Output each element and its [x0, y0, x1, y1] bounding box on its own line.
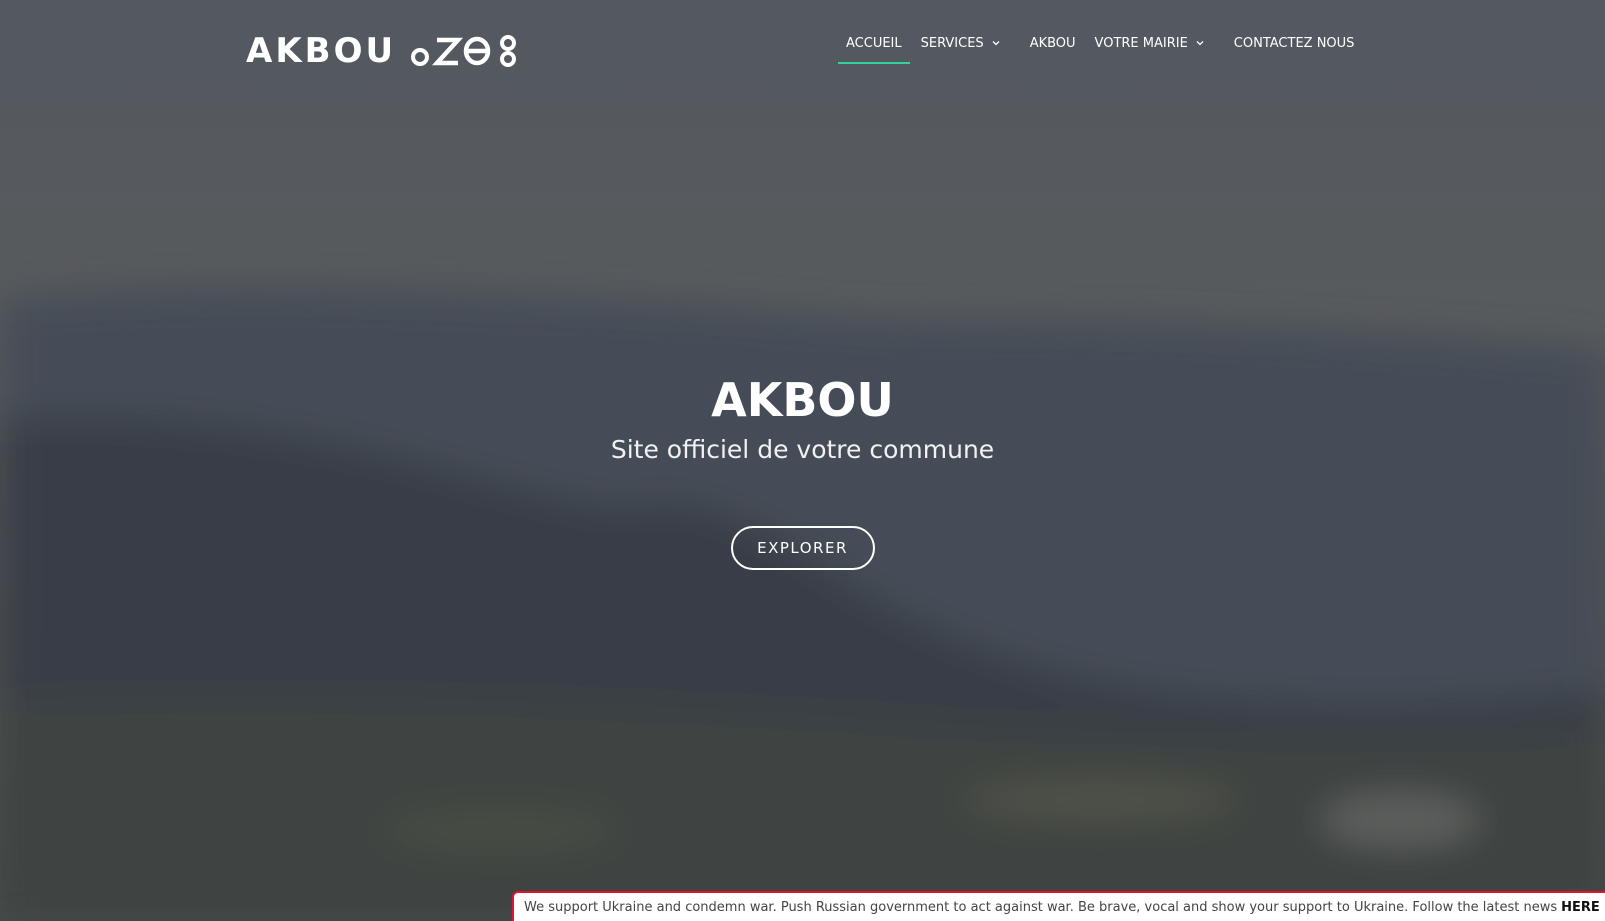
nav-item-votre-mairie[interactable]: VOTRE MAIRIE [1087, 24, 1213, 62]
nav-item-label: AKBOU [1029, 35, 1076, 51]
hero-subtitle: Site officiel de votre commune [610, 435, 995, 464]
logo-text: AKBOU [246, 31, 397, 71]
hero-section: AKBOU ACCUEIL SERVICES AKBOU VOTRE MAIRI… [0, 0, 1605, 921]
hero-title: AKBOU [711, 373, 894, 427]
tifinagh-glyphs-icon [411, 35, 517, 67]
nav-item-label: VOTRE MAIRIE [1094, 35, 1188, 51]
nav-item-services[interactable]: SERVICES [913, 24, 1009, 62]
site-logo[interactable]: AKBOU [246, 26, 522, 76]
main-navigation: ACCUEIL SERVICES AKBOU VOTRE MAIRIE CONT… [838, 24, 1363, 64]
nav-item-accueil[interactable]: ACCUEIL [838, 24, 910, 64]
chevron-down-icon [1196, 41, 1204, 46]
banner-text: We support Ukraine and condemn war. Push… [524, 899, 1558, 915]
banner-here-link[interactable]: HERE [1561, 900, 1600, 915]
nav-item-akbou[interactable]: AKBOU [1022, 24, 1084, 62]
nav-item-label: CONTACTEZ NOUS [1233, 35, 1355, 51]
nav-item-label: ACCUEIL [846, 35, 902, 51]
nav-item-label: SERVICES [920, 35, 984, 51]
ukraine-support-banner: We support Ukraine and condemn war. Push… [512, 891, 1605, 921]
hero-content: AKBOU Site officiel de votre commune EXP… [0, 368, 1605, 570]
nav-item-contactez-nous[interactable]: CONTACTEZ NOUS [1226, 24, 1363, 62]
chevron-down-icon [992, 41, 1000, 46]
explore-button[interactable]: EXPLORER [730, 526, 875, 570]
